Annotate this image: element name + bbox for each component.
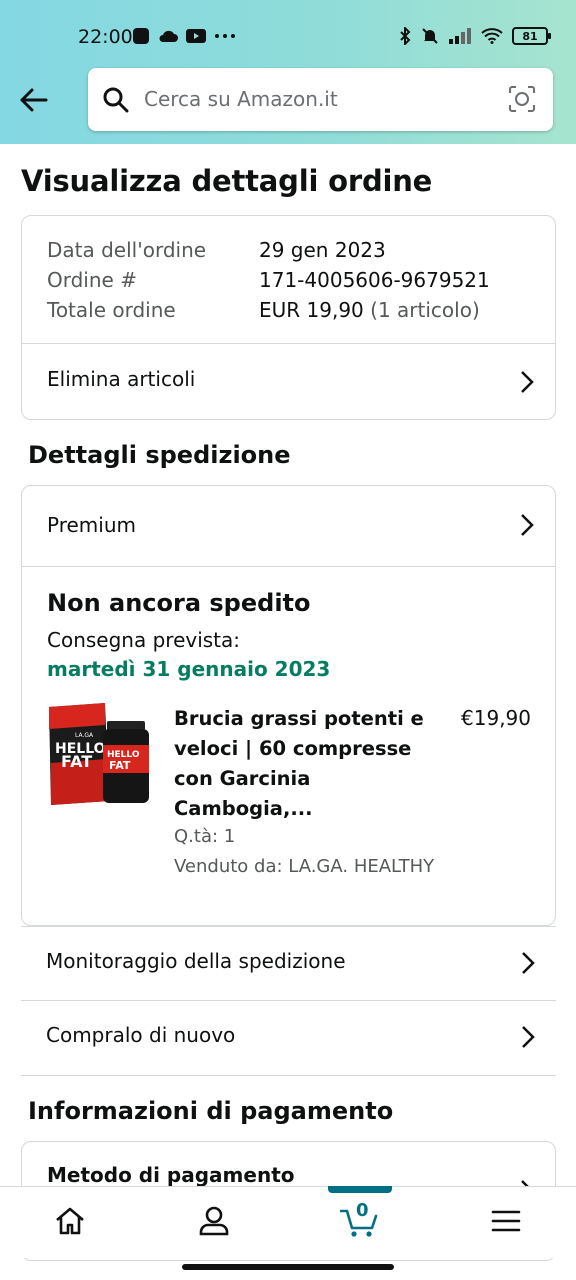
premium-row[interactable]: Premium <box>22 486 555 566</box>
product-price: €19,90 <box>461 706 531 730</box>
order-summary-card: Data dell'ordine 29 gen 2023 Ordine # 17… <box>21 215 556 420</box>
order-total-items: (1 articolo) <box>370 298 480 322</box>
wifi-icon <box>481 28 503 44</box>
order-total-label: Totale ordine <box>47 298 176 322</box>
square-app-icon <box>133 28 149 44</box>
battery-icon: 81 <box>512 27 551 45</box>
product-image-text-bottom: FAT <box>61 752 92 771</box>
youtube-icon <box>186 29 206 43</box>
premium-label: Premium <box>47 513 136 537</box>
cart-count-badge: 0 <box>356 1200 369 1221</box>
back-arrow-icon[interactable] <box>14 80 54 120</box>
order-number-label: Ordine # <box>47 268 137 292</box>
search-bar[interactable]: Cerca su Amazon.it <box>88 68 553 131</box>
battery-level: 81 <box>522 29 538 43</box>
order-date-value: 29 gen 2023 <box>259 238 386 262</box>
shipping-card: Premium Non ancora spedito Consegna prev… <box>21 485 556 926</box>
buy-again-row[interactable]: Compralo di nuovo <box>21 1001 556 1076</box>
chevron-right-icon <box>521 514 534 536</box>
bottom-navigation <box>0 1186 576 1258</box>
chevron-right-icon <box>522 952 535 974</box>
home-icon[interactable] <box>52 1203 88 1239</box>
status-icons-left <box>132 27 236 45</box>
product-quantity: Q.tà: 1 <box>174 826 236 847</box>
product-seller: Venduto da: LA.GA. HEALTHY <box>174 856 435 877</box>
cloud-icon <box>159 30 178 42</box>
status-time: 22:00 <box>78 26 133 48</box>
shipping-section-title: Dettagli spedizione <box>28 441 291 469</box>
track-shipment-label: Monitoraggio della spedizione <box>46 949 346 973</box>
bluetooth-icon <box>400 27 411 45</box>
payment-section-title: Informazioni di pagamento <box>28 1097 394 1125</box>
signal-icon <box>449 28 471 44</box>
chevron-right-icon <box>521 371 534 393</box>
status-bar: 22:00 81 <box>0 0 576 72</box>
menu-icon[interactable] <box>488 1203 524 1239</box>
product-title[interactable]: Brucia grassi potenti e veloci | 60 comp… <box>174 704 424 824</box>
order-number-value: 171-4005606-9679521 <box>259 268 490 292</box>
search-icon <box>103 87 129 113</box>
account-icon[interactable] <box>196 1203 232 1239</box>
page-title: Visualizza dettagli ordine <box>21 164 433 198</box>
svg-text:FAT: FAT <box>109 759 131 772</box>
chevron-right-icon <box>522 1026 535 1048</box>
mute-bell-icon <box>422 28 438 44</box>
product-image[interactable]: LA.GA HELLO FAT HELLO FAT <box>47 703 149 809</box>
buy-again-label: Compralo di nuovo <box>46 1023 236 1047</box>
product-brand-text: LA.GA <box>75 732 94 739</box>
delete-items-label: Elimina articoli <box>47 367 196 391</box>
delivery-label: Consegna prevista: <box>47 628 241 652</box>
divider <box>22 566 555 567</box>
gesture-home-bar[interactable] <box>182 1264 394 1270</box>
search-input[interactable]: Cerca su Amazon.it <box>144 87 338 111</box>
order-total-value: EUR 19,90 (1 articolo) <box>259 298 480 322</box>
delete-items-row[interactable]: Elimina articoli <box>22 344 555 420</box>
status-icons-right: 81 <box>398 27 551 45</box>
order-date-label: Data dell'ordine <box>47 238 207 262</box>
cart-active-indicator <box>328 1186 392 1193</box>
app-header: 22:00 81 Cerca su Amazon.it <box>0 0 576 144</box>
order-total-amount: EUR 19,90 <box>259 298 364 322</box>
track-shipment-row[interactable]: Monitoraggio della spedizione <box>21 926 556 1001</box>
shipping-status: Non ancora spedito <box>47 589 311 617</box>
camera-search-icon[interactable] <box>507 84 537 114</box>
payment-method-label: Metodo di pagamento <box>47 1163 295 1187</box>
more-dots-icon <box>215 34 235 38</box>
delivery-date: martedì 31 gennaio 2023 <box>47 657 331 681</box>
